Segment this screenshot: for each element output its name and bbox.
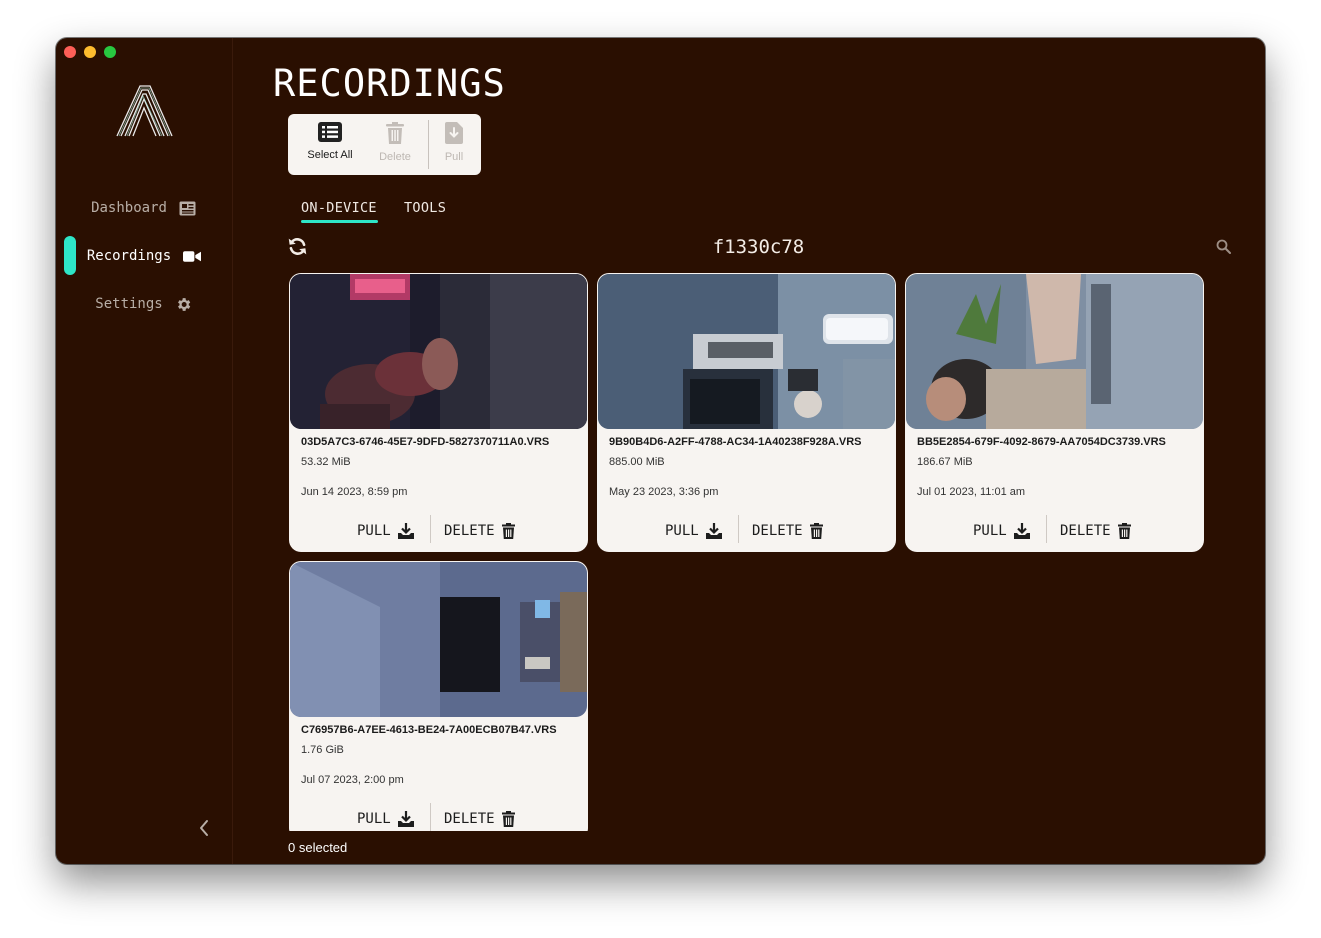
delete-button[interactable]: Delete bbox=[370, 118, 420, 172]
pull-label: PULL bbox=[665, 523, 699, 539]
recording-card[interactable]: C76957B6-A7EE-4613-BE24-7A00ECB07B47.VRS… bbox=[289, 561, 588, 831]
recording-size: 1.76 GiB bbox=[301, 744, 344, 756]
gear-icon bbox=[175, 295, 193, 313]
pull-button[interactable]: Pull bbox=[436, 118, 472, 172]
recording-filename: 9B90B4D6-A2FF-4788-AC34-1A40238F928A.VRS bbox=[609, 436, 862, 448]
chevron-left-icon[interactable] bbox=[196, 816, 212, 840]
delete-label: DELETE bbox=[1060, 523, 1111, 539]
recording-size: 885.00 MiB bbox=[609, 456, 665, 468]
delete-recording-button[interactable]: DELETE bbox=[752, 520, 823, 542]
sidebar-item-label: Recordings bbox=[86, 248, 172, 264]
download-icon bbox=[1013, 523, 1030, 539]
delete-label: Delete bbox=[379, 151, 411, 163]
recording-card[interactable]: 9B90B4D6-A2FF-4788-AC34-1A40238F928A.VRS… bbox=[597, 273, 896, 552]
aria-logo-icon bbox=[116, 85, 173, 137]
download-icon bbox=[397, 811, 414, 827]
toolbar-divider bbox=[428, 120, 429, 169]
select-all-button[interactable]: Select All bbox=[300, 118, 360, 172]
pull-label: Pull bbox=[444, 151, 464, 163]
pull-recording-button[interactable]: PULL bbox=[973, 520, 1030, 542]
card-action-divider bbox=[1046, 515, 1047, 543]
sidebar-item-label: Settings bbox=[95, 296, 163, 312]
recording-filename: BB5E2854-679F-4092-8679-AA7054DC3739.VRS bbox=[917, 436, 1166, 448]
toolbar: Select All Delete Pull bbox=[288, 114, 481, 175]
video-camera-icon bbox=[183, 247, 202, 265]
delete-label: DELETE bbox=[444, 523, 495, 539]
trash-icon bbox=[386, 122, 404, 144]
recording-size: 53.32 MiB bbox=[301, 456, 351, 468]
recording-date: Jul 07 2023, 2:00 pm bbox=[301, 774, 404, 786]
search-icon[interactable] bbox=[1216, 239, 1231, 254]
delete-recording-button[interactable]: DELETE bbox=[444, 520, 515, 542]
page-title: RECORDINGS bbox=[273, 62, 506, 105]
tab-tools[interactable]: TOOLS bbox=[404, 200, 446, 216]
recording-date: May 23 2023, 3:36 pm bbox=[609, 486, 719, 498]
sidebar-item-dashboard[interactable]: Dashboard bbox=[56, 188, 232, 228]
list-icon bbox=[318, 122, 342, 142]
recording-thumbnail bbox=[290, 274, 587, 429]
pull-recording-button[interactable]: PULL bbox=[357, 520, 414, 542]
tab-on-device[interactable]: ON-DEVICE bbox=[301, 200, 377, 216]
active-tab-indicator bbox=[301, 220, 378, 223]
recording-thumbnail bbox=[598, 274, 895, 429]
recording-card[interactable]: 03D5A7C3-6746-45E7-9DFD-5827370711A0.VRS… bbox=[289, 273, 588, 552]
recording-date: Jul 01 2023, 11:01 am bbox=[917, 486, 1026, 498]
sidebar-item-label: Dashboard bbox=[91, 200, 167, 216]
pull-label: PULL bbox=[357, 811, 391, 827]
refresh-icon[interactable] bbox=[287, 236, 308, 257]
trash-icon bbox=[501, 523, 515, 539]
delete-recording-button[interactable]: DELETE bbox=[1060, 520, 1131, 542]
recording-size: 186.67 MiB bbox=[917, 456, 973, 468]
recording-thumbnail bbox=[290, 562, 587, 717]
recordings-grid: 03D5A7C3-6746-45E7-9DFD-5827370711A0.VRS… bbox=[286, 268, 1246, 831]
recording-filename: C76957B6-A7EE-4613-BE24-7A00ECB07B47.VRS bbox=[301, 724, 557, 736]
pull-label: PULL bbox=[357, 523, 391, 539]
app-window: Dashboard Recordings Settings RECORDINGS… bbox=[56, 38, 1265, 864]
newspaper-icon bbox=[179, 199, 197, 217]
trash-icon bbox=[809, 523, 823, 539]
trash-icon bbox=[501, 811, 515, 827]
card-action-divider bbox=[738, 515, 739, 543]
sidebar-item-settings[interactable]: Settings bbox=[56, 284, 232, 324]
delete-label: DELETE bbox=[752, 523, 803, 539]
device-name: f1330c78 bbox=[712, 236, 805, 258]
card-action-divider bbox=[430, 803, 431, 831]
pull-recording-button[interactable]: PULL bbox=[665, 520, 722, 542]
recording-thumbnail bbox=[906, 274, 1203, 429]
selection-status: 0 selected bbox=[288, 840, 348, 855]
delete-label: DELETE bbox=[444, 811, 495, 827]
download-icon bbox=[397, 523, 414, 539]
sidebar: Dashboard Recordings Settings bbox=[56, 38, 233, 864]
recording-date: Jun 14 2023, 8:59 pm bbox=[301, 486, 408, 498]
delete-recording-button[interactable]: DELETE bbox=[444, 808, 515, 830]
recording-filename: 03D5A7C3-6746-45E7-9DFD-5827370711A0.VRS bbox=[301, 436, 550, 448]
select-all-label: Select All bbox=[307, 149, 353, 161]
pull-label: PULL bbox=[973, 523, 1007, 539]
pull-recording-button[interactable]: PULL bbox=[357, 808, 414, 830]
download-icon bbox=[705, 523, 722, 539]
sidebar-item-recordings[interactable]: Recordings bbox=[56, 236, 232, 276]
card-action-divider bbox=[430, 515, 431, 543]
recording-card[interactable]: BB5E2854-679F-4092-8679-AA7054DC3739.VRS… bbox=[905, 273, 1204, 552]
trash-icon bbox=[1117, 523, 1131, 539]
file-download-icon bbox=[445, 122, 463, 144]
